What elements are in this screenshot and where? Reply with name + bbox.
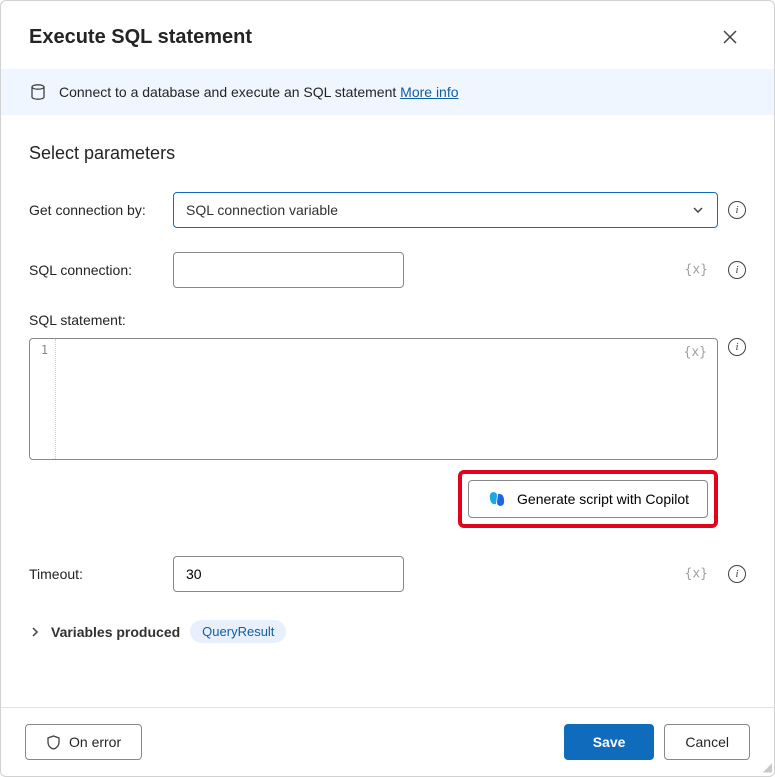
variables-produced-row[interactable]: Variables produced QueryResult (29, 620, 746, 643)
section-title: Select parameters (29, 143, 746, 164)
copilot-button-label: Generate script with Copilot (517, 491, 689, 507)
dialog-content: Select parameters Get connection by: SQL… (1, 115, 774, 707)
save-button[interactable]: Save (564, 724, 655, 760)
chevron-right-icon (29, 626, 41, 638)
timeout-input[interactable] (173, 556, 404, 592)
variables-produced-label: Variables produced (51, 624, 180, 640)
sql-statement-editor[interactable]: 1 {x} (29, 338, 718, 460)
copilot-icon (487, 489, 507, 509)
dialog-footer: On error Save Cancel (1, 707, 774, 776)
database-icon (29, 83, 47, 101)
info-banner: Connect to a database and execute an SQL… (1, 69, 774, 115)
info-icon[interactable]: i (728, 338, 746, 356)
sql-connection-label: SQL connection: (29, 262, 165, 278)
generate-copilot-button[interactable]: Generate script with Copilot (468, 480, 708, 518)
banner-text: Connect to a database and execute an SQL… (59, 84, 459, 100)
info-icon[interactable]: i (728, 261, 746, 279)
cancel-button[interactable]: Cancel (664, 724, 750, 760)
connection-by-label: Get connection by: (29, 202, 165, 218)
line-gutter: 1 (34, 339, 56, 459)
connection-by-value: SQL connection variable (186, 202, 338, 218)
dialog-title: Execute SQL statement (29, 26, 252, 49)
highlight-box: Generate script with Copilot (458, 470, 718, 528)
info-icon[interactable]: i (728, 565, 746, 583)
variable-icon: {x} (685, 567, 708, 582)
sql-connection-row: SQL connection: {x} i (29, 252, 746, 288)
variable-icon: {x} (684, 345, 707, 360)
sql-statement-block: SQL statement: 1 {x} i (29, 312, 746, 460)
connection-by-row: Get connection by: SQL connection variab… (29, 192, 746, 228)
info-icon[interactable]: i (728, 201, 746, 219)
variable-badge[interactable]: QueryResult (190, 620, 286, 643)
dialog-header: Execute SQL statement (1, 1, 774, 69)
sql-statement-label: SQL statement: (29, 312, 746, 328)
close-button[interactable] (714, 21, 746, 53)
on-error-label: On error (69, 734, 121, 750)
variable-icon: {x} (685, 263, 708, 278)
more-info-link[interactable]: More info (400, 84, 458, 100)
sql-statement-input[interactable] (56, 339, 717, 459)
chevron-down-icon (691, 203, 705, 217)
timeout-row: Timeout: {x} i (29, 556, 746, 592)
on-error-button[interactable]: On error (25, 724, 142, 760)
copilot-row: Generate script with Copilot (29, 470, 746, 528)
close-icon (723, 30, 737, 44)
shield-icon (46, 735, 61, 750)
connection-by-select[interactable]: SQL connection variable (173, 192, 718, 228)
sql-connection-input[interactable] (173, 252, 404, 288)
timeout-label: Timeout: (29, 566, 165, 582)
